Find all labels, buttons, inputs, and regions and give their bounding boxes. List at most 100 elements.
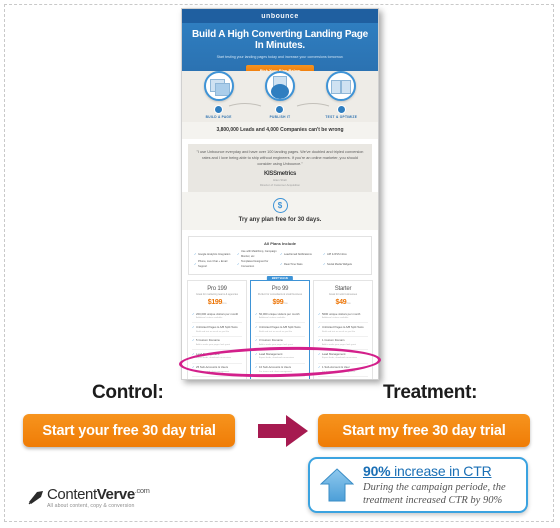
plan-feature-row: ✓Client ManagementManage multiple client… <box>318 377 368 379</box>
logo-name-light: Content <box>47 486 97 503</box>
plan-feature-row: ✓ Unlimited Pages & A/B Split Tests Build … <box>318 323 368 337</box>
control-label: Control: <box>92 382 164 403</box>
check-icon: ✓ <box>255 351 258 356</box>
plan-feature-title: Client Management <box>259 378 283 379</box>
right-arrow-icon <box>258 415 308 447</box>
plan-feature-title: 50,000 unique visitors per month <box>259 311 300 316</box>
plan-feature: ✓ Phone, Live Chat + Email Support <box>194 259 237 269</box>
result-text-block: 90% increase in CTR During the campaign … <box>363 463 516 507</box>
plan-feature-row: ✓Client ManagementManage multiple client… <box>192 377 242 379</box>
plan-feature: ✓ Templates Designed for Conversion <box>237 259 280 269</box>
free-trial-text: Try any plan free for 30 days. <box>238 217 322 223</box>
contentverve-logo: ContentVerve.com All about content, copy… <box>28 486 150 509</box>
plan-card-pro-199[interactable]: Pro 199 Great for marketing teams & agen… <box>187 280 247 379</box>
plan-description: Great for solo businesses <box>328 293 358 296</box>
testimonial-author: Hiten Shah <box>273 178 287 182</box>
best-value-ribbon: BEST VALUE <box>266 276 294 281</box>
check-icon: ✓ <box>194 251 197 256</box>
plan-price: $49/mo <box>318 299 368 306</box>
step-label: PUBLISH IT <box>269 115 291 119</box>
plan-feature-list: ✓ 5000 unique visitors per month Additiona… <box>318 310 368 379</box>
plan-feature-label: Lead Email Notifications <box>284 252 312 256</box>
build-page-icon <box>203 71 234 101</box>
social-proof-section: 3,800,000 Leads and 4,000 Companies can'… <box>182 122 378 139</box>
plan-price-value: $199 <box>207 299 223 306</box>
plan-feature-row: ✓ Lead Management Export leads, download c… <box>192 350 242 364</box>
check-icon: ✓ <box>280 251 283 256</box>
plan-feature-row: ✓ 1 Sub-Account & User For teams and clien… <box>318 364 368 377</box>
plan-price-value: $99 <box>272 299 284 306</box>
plan-name: Pro 199 <box>207 286 227 292</box>
plan-feature-row: ✓ Unlimited Pages & A/B Split Tests Build … <box>255 323 305 337</box>
check-icon: ✓ <box>192 324 195 329</box>
plan-feature-row: ✓ Unlimited Pages & A/B Split Tests Build … <box>192 323 242 337</box>
check-icon: ✓ <box>318 365 321 370</box>
plan-feature: ✓ Real-Time Stats <box>280 259 323 269</box>
plan-feature-row: ✓ 25 Sub-Accounts & Users For teams and cl… <box>192 364 242 377</box>
step-build-a-page: BUILD A PAGE <box>192 71 246 119</box>
all-plans-title: All Plans Include <box>263 241 296 246</box>
control-cta-button[interactable]: Start your free 30 day trial <box>23 414 235 447</box>
plan-feature-title: Client Management <box>196 378 220 379</box>
plan-name: Starter <box>334 286 352 292</box>
check-icon: ✓ <box>255 338 258 343</box>
plan-price: $199/mo <box>192 299 242 306</box>
plan-card-starter[interactable]: Starter Great for solo businesses $49/mo… <box>313 280 373 379</box>
plan-feature: ✓ Google Analytics Integration <box>194 249 237 259</box>
plan-feature-label: Google Analytics Integration <box>198 252 231 256</box>
plan-name: Pro 99 <box>271 286 289 292</box>
plan-feature-row: ✓ 200,000 unique visitors per month Additi… <box>192 310 242 324</box>
treatment-cta-button[interactable]: Start my free 30 day trial <box>318 414 530 447</box>
dollar-icon: $ <box>272 198 288 213</box>
plan-feature-title: Lead Management <box>196 351 220 356</box>
testimonial-author-title: Director of Customer Acquisition <box>260 183 300 187</box>
plan-feature-title: Unlimited Pages & A/B Split Tests <box>196 324 238 329</box>
plan-feature-row: ✓ 3 Custom Domains Add to make your pages … <box>255 337 305 351</box>
pricing-plans-row: Pro 199 Great for marketing teams & agen… <box>187 276 373 379</box>
testimonial-quote: "I use Unbounce everyday and have over 1… <box>196 150 364 166</box>
plan-feature-title: Client Management <box>322 378 346 379</box>
plan-feature-title: 1 Custom Domain <box>322 338 345 343</box>
plan-feature-title: Unlimited Pages & A/B Split Tests <box>259 324 301 329</box>
plan-feature-title: 25 Sub-Accounts & Users <box>196 365 229 370</box>
plan-price-value: $49 <box>335 299 347 306</box>
up-arrow-icon <box>320 468 354 502</box>
check-icon: ✓ <box>192 351 195 356</box>
check-icon: ✓ <box>280 261 283 266</box>
plan-description: Perfect for consultants & small business <box>257 293 303 296</box>
contentverve-wordmark: ContentVerve.com All about content, copy… <box>47 486 150 509</box>
check-icon: ✓ <box>237 261 240 266</box>
plan-feature-title: 10 Sub-Accounts & Users <box>259 365 292 370</box>
check-icon: ✓ <box>194 261 197 266</box>
plan-feature-label: Real-Time Stats <box>284 262 303 266</box>
plan-feature-label: API & RSS Inbox <box>327 252 347 256</box>
step-publish-it: PUBLISH IT <box>253 71 307 119</box>
plan-feature: ✓ Use with Mailchimp, Campaign Monitor, e… <box>237 249 280 259</box>
plan-feature-row: ✓ 10 Sub-Accounts & Users For teams and cl… <box>255 364 305 377</box>
plan-feature-label: Templates Designed for Conversion <box>241 260 269 268</box>
check-icon: ✓ <box>255 378 258 379</box>
test-optimize-icon <box>326 71 357 101</box>
plan-card-pro-99[interactable]: BEST VALUE Pro 99 Perfect for consultant… <box>250 276 310 379</box>
plan-feature-title: Lead Management <box>259 351 283 356</box>
social-proof-text: 3,800,000 Leads and 4,000 Companies can'… <box>216 127 344 133</box>
hero-subheadline: Start testing your landing pages today a… <box>216 55 344 59</box>
quill-icon <box>28 491 43 505</box>
result-metric: 90% <box>363 463 391 479</box>
plan-feature-note: Build and test as much as you like <box>259 330 293 333</box>
publish-globe-icon <box>264 71 295 101</box>
check-icon: ✓ <box>318 311 321 316</box>
plan-feature-label: Social Media Widgets <box>327 262 352 266</box>
check-icon: ✓ <box>255 365 258 370</box>
plan-feature-note: Export leads, download conversions <box>322 357 358 360</box>
check-icon: ✓ <box>192 365 195 370</box>
plan-feature: ✓ API & RSS Inbox <box>323 249 366 259</box>
plan-price-period: /mo <box>222 301 227 305</box>
check-icon: ✓ <box>192 338 195 343</box>
plan-feature-row: ✓Client ManagementManage multiple client… <box>255 377 305 379</box>
logo-tld: .com <box>134 486 150 495</box>
plan-feature-note: Additional visitors available <box>259 317 286 320</box>
contentverve-tagline: All about content, copy & conversion <box>47 503 135 509</box>
step-test-optimize: TEST & OPTIMIZE <box>314 71 368 119</box>
check-icon: ✓ <box>318 324 321 329</box>
